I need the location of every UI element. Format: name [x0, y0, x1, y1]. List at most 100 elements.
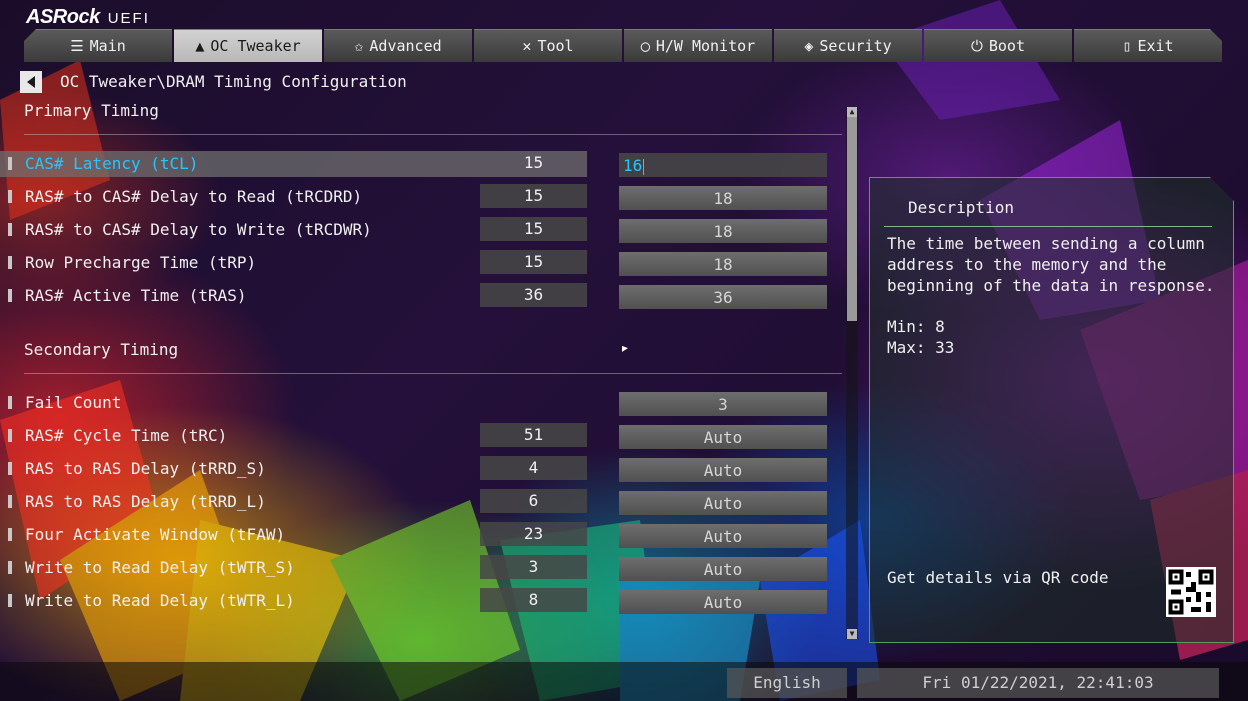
- setting-row[interactable]: Row Precharge Time (tRP) 15 18: [0, 250, 840, 276]
- current-value: 6: [480, 489, 587, 513]
- setting-row[interactable]: CAS# Latency (tCL) 15 16: [0, 151, 840, 177]
- back-arrow-icon: [27, 76, 35, 88]
- row-marker: [8, 190, 12, 203]
- setting-value: 3: [718, 395, 728, 414]
- main-menu-tabs: ☰ Main ▲ OC Tweaker ✩ Advanced ✕ Tool ◯ H/W Monit…: [24, 29, 1222, 62]
- setting-label: RAS to RAS Delay (tRRD_L): [25, 492, 266, 511]
- setting-row[interactable]: RAS# to CAS# Delay to Read (tRCDRD) 15 18: [0, 184, 840, 210]
- setting-value: 18: [713, 189, 733, 208]
- setting-row[interactable]: Write to Read Delay (tWTR_L) 8 Auto: [0, 588, 840, 614]
- scroll-down-icon[interactable]: ▼: [847, 629, 857, 639]
- tab-h-w-monitor[interactable]: ◯ H/W Monitor: [624, 29, 772, 62]
- tab-label: Advanced: [369, 37, 442, 55]
- setting-row[interactable]: RAS# Cycle Time (tRC) 51 Auto: [0, 423, 840, 449]
- scroll-up-icon[interactable]: ▲: [847, 107, 857, 117]
- setting-label: CAS# Latency (tCL): [25, 154, 199, 173]
- setting-row[interactable]: RAS# Active Time (tRAS) 36 36: [0, 283, 840, 309]
- tab-tool[interactable]: ✕ Tool: [474, 29, 622, 62]
- current-value: 15: [480, 184, 587, 208]
- setting-row[interactable]: RAS# to CAS# Delay to Write (tRCDWR) 15 18: [0, 217, 840, 243]
- setting-value-field[interactable]: 18: [619, 252, 827, 276]
- setting-value-field[interactable]: 16: [619, 153, 827, 177]
- setting-value-field[interactable]: 18: [619, 219, 827, 243]
- divider: [24, 134, 842, 135]
- setting-row[interactable]: RAS to RAS Delay (tRRD_S) 4 Auto: [0, 456, 840, 482]
- current-value: 4: [480, 456, 587, 480]
- qr-code-icon: [1166, 567, 1216, 617]
- setting-value-field[interactable]: Auto: [619, 425, 827, 449]
- setting-value-field[interactable]: Auto: [619, 524, 827, 548]
- current-value: 15: [480, 217, 587, 241]
- setting-row[interactable]: Write to Read Delay (tWTR_S) 3 Auto: [0, 555, 840, 581]
- row-marker: [8, 594, 12, 607]
- current-value: 3: [480, 555, 587, 579]
- tab-boot[interactable]: ⏻ Boot: [924, 29, 1072, 62]
- divider: [24, 373, 842, 374]
- setting-label: RAS# to CAS# Delay to Read (tRCDRD): [25, 187, 363, 206]
- power-icon: ⏻: [971, 37, 983, 55]
- setting-row[interactable]: Fail Count 3: [0, 390, 840, 416]
- tab-label: H/W Monitor: [655, 37, 756, 55]
- max-value: Max: 33: [887, 338, 955, 357]
- date-time-display: Fri 01/22/2021, 22:41:03: [857, 668, 1219, 698]
- setting-value-field[interactable]: Auto: [619, 458, 827, 482]
- setting-value-field[interactable]: 3: [619, 392, 827, 416]
- setting-value-field[interactable]: 18: [619, 186, 827, 210]
- setting-label: Row Precharge Time (tRP): [25, 253, 257, 272]
- setting-label: RAS# Cycle Time (tRC): [25, 426, 228, 445]
- section-title-secondary: Secondary Timing: [24, 340, 179, 359]
- scrollbar[interactable]: ▲ ▼: [846, 107, 858, 639]
- star-icon: ✩: [354, 37, 364, 55]
- current-value: 8: [480, 588, 587, 612]
- tab-security[interactable]: ◈ Security: [774, 29, 922, 62]
- row-marker: [8, 561, 12, 574]
- tab-advanced[interactable]: ✩ Advanced: [324, 29, 472, 62]
- setting-value-field[interactable]: Auto: [619, 557, 827, 581]
- tab-oc-tweaker[interactable]: ▲ OC Tweaker: [174, 29, 322, 62]
- setting-label: RAS to RAS Delay (tRRD_S): [25, 459, 266, 478]
- back-button[interactable]: [20, 71, 42, 93]
- tab-label: Boot: [988, 37, 1025, 55]
- gauge-icon: ◯: [640, 37, 650, 55]
- breadcrumb: OC Tweaker\DRAM Timing Configuration: [60, 72, 407, 91]
- tab-label: OC Tweaker: [210, 37, 301, 55]
- row-marker: [8, 223, 12, 236]
- setting-value: Auto: [703, 527, 743, 546]
- setting-row[interactable]: Four Activate Window (tFAW) 23 Auto: [0, 522, 840, 548]
- row-marker: [8, 495, 12, 508]
- qr-caption: Get details via QR code: [887, 568, 1109, 587]
- shield-icon: ◈: [804, 37, 814, 55]
- min-value: Min: 8: [887, 317, 945, 336]
- scrollbar-thumb[interactable]: [847, 117, 857, 321]
- setting-value-field[interactable]: Auto: [619, 491, 827, 515]
- setting-label: RAS# Active Time (tRAS): [25, 286, 247, 305]
- exit-door-icon: ▯: [1122, 37, 1132, 55]
- setting-value: Auto: [703, 560, 743, 579]
- rocket-icon: ▲: [195, 37, 205, 55]
- tab-main[interactable]: ☰ Main: [24, 29, 172, 62]
- row-marker: [8, 528, 12, 541]
- divider: [884, 226, 1212, 227]
- setting-label: Write to Read Delay (tWTR_S): [25, 558, 295, 577]
- current-value: 51: [480, 423, 587, 447]
- setting-label: Write to Read Delay (tWTR_L): [25, 591, 295, 610]
- setting-value-field[interactable]: Auto: [619, 590, 827, 614]
- setting-value: 18: [713, 255, 733, 274]
- tab-label: Tool: [537, 37, 574, 55]
- text-caret: [643, 158, 645, 175]
- setting-value: 18: [713, 222, 733, 241]
- section-title-primary: Primary Timing: [24, 101, 159, 120]
- tab-exit[interactable]: ▯ Exit: [1074, 29, 1222, 62]
- wrench-icon: ✕: [522, 37, 532, 55]
- current-value: 15: [523, 153, 544, 172]
- setting-label: RAS# to CAS# Delay to Write (tRCDWR): [25, 220, 372, 239]
- language-button[interactable]: English: [727, 668, 847, 698]
- asrock-logo: ASRock UEFI: [26, 6, 150, 28]
- setting-row[interactable]: RAS to RAS Delay (tRRD_L) 6 Auto: [0, 489, 840, 515]
- setting-value: 36: [713, 288, 733, 307]
- row-marker: [8, 256, 12, 269]
- setting-value: Auto: [703, 428, 743, 447]
- description-text: The time between sending a column addres…: [887, 234, 1215, 295]
- setting-value-field[interactable]: 36: [619, 285, 827, 309]
- value-range: Min: 8 Max: 33: [887, 316, 954, 358]
